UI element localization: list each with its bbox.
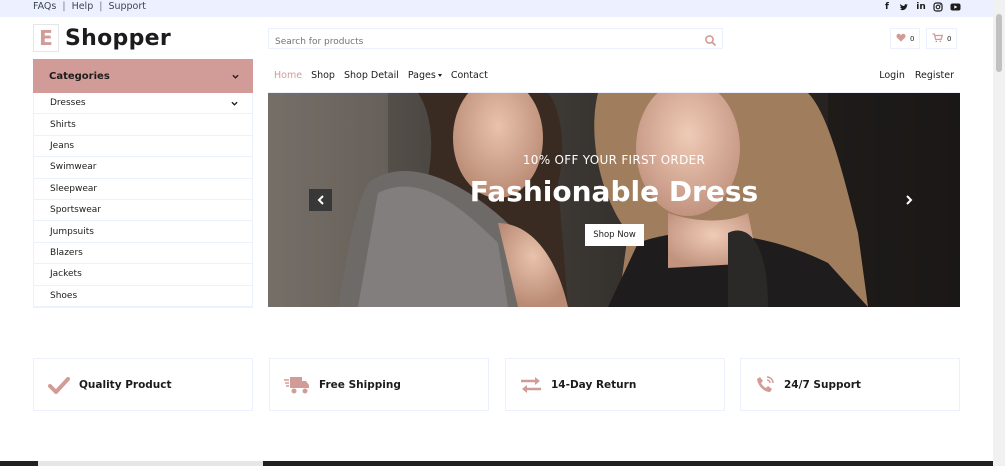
nav-contact[interactable]: Contact [451,70,488,81]
category-label: Swimwear [50,162,97,173]
feature-label: Quality Product [79,378,172,391]
feature-shipping: Free Shipping [269,358,489,411]
divider: | [99,1,103,12]
linkedin-icon[interactable]: in [916,2,926,13]
nav-links: Home Shop Shop Detail Pages Contact [274,70,488,81]
feature-support: 24/7 Support [740,358,960,411]
category-item-shoes[interactable]: Shoes [34,286,252,307]
chevron-down-icon [232,74,239,79]
nav-shop[interactable]: Shop [311,70,335,81]
carousel-prev-button[interactable] [309,189,332,211]
shipping-icon [284,376,309,393]
logo-mark: E [33,24,59,52]
bottom-strip [0,461,993,466]
main-navbar: Home Shop Shop Detail Pages Contact Logi… [268,59,960,93]
categories-list: Dresses Shirts Jeans Swimwear Sleepwear … [33,93,253,308]
cart-button[interactable]: 0 [926,28,958,49]
instagram-icon[interactable] [933,2,943,13]
cart-count: 0 [947,34,952,43]
category-label: Sleepwear [50,183,98,194]
bottom-strip-segment [38,461,263,466]
category-label: Dresses [50,98,86,109]
phone-icon [757,375,774,392]
search-icon[interactable] [704,32,717,46]
category-item-shirts[interactable]: Shirts [34,114,252,136]
vertical-scrollbar[interactable] [993,0,1005,466]
help-link[interactable]: Help [72,1,94,12]
nav-shop-detail[interactable]: Shop Detail [344,70,399,81]
nav-pages-dropdown[interactable]: Pages [408,70,442,81]
category-item-swimwear[interactable]: Swimwear [34,157,252,179]
login-link[interactable]: Login [879,70,905,81]
cart-icon [932,32,944,45]
caret-down-icon [437,74,442,77]
category-item-jumpsuits[interactable]: Jumpsuits [34,221,252,243]
category-item-sportswear[interactable]: Sportswear [34,200,252,222]
exchange-icon [521,376,541,393]
brand-logo[interactable]: E Shopper [33,24,171,52]
feature-label: 14-Day Return [551,378,637,391]
heart-icon [896,33,906,44]
category-label: Jeans [50,140,75,151]
wishlist-button[interactable]: 0 [890,28,921,49]
category-label: Blazers [50,247,83,258]
search-box [268,28,723,52]
feature-label: Free Shipping [319,378,401,391]
wishlist-count: 0 [910,34,915,43]
hero-title: Fashionable Dress [469,175,759,208]
carousel-next-button[interactable] [897,189,920,211]
feature-return: 14-Day Return [505,358,725,411]
category-item-jackets[interactable]: Jackets [34,264,252,286]
social-links: f in [882,2,961,13]
top-links: FAQs | Help | Support [33,1,146,12]
scrollbar-thumb[interactable] [996,14,1002,72]
faqs-link[interactable]: FAQs [33,1,56,12]
divider: | [62,1,66,12]
chevron-right-icon [905,195,912,205]
account-links: Login Register [879,70,954,81]
category-label: Shirts [50,119,76,130]
category-label: Jackets [50,269,82,280]
feature-label: 24/7 Support [784,378,861,391]
feature-quality: Quality Product [33,358,253,411]
category-label: Jumpsuits [50,226,94,237]
register-link[interactable]: Register [915,70,954,81]
nav-home[interactable]: Home [274,70,302,81]
categories-toggle[interactable]: Categories [33,59,253,93]
chevron-left-icon [317,195,324,205]
twitter-icon[interactable] [899,2,909,13]
shop-now-button[interactable]: Shop Now [585,224,644,246]
search-input[interactable] [269,32,699,52]
hero-carousel: 10% OFF YOUR FIRST ORDER Fashionable Dre… [268,93,960,307]
category-item-dresses[interactable]: Dresses [34,93,252,115]
category-item-blazers[interactable]: Blazers [34,243,252,265]
youtube-icon[interactable] [950,2,961,13]
top-bar: FAQs | Help | Support f in [0,0,993,17]
brand-name: Shopper [65,25,171,51]
category-label: Shoes [50,290,78,301]
chevron-down-icon [231,101,238,106]
category-item-jeans[interactable]: Jeans [34,136,252,158]
nav-pages-label: Pages [407,70,436,81]
support-link[interactable]: Support [108,1,146,12]
hero-subtitle: 10% OFF YOUR FIRST ORDER [522,153,706,167]
category-label: Sportswear [50,205,101,216]
check-icon [48,376,70,394]
facebook-icon[interactable]: f [882,2,892,13]
category-item-sleepwear[interactable]: Sleepwear [34,179,252,200]
categories-title: Categories [49,70,110,82]
